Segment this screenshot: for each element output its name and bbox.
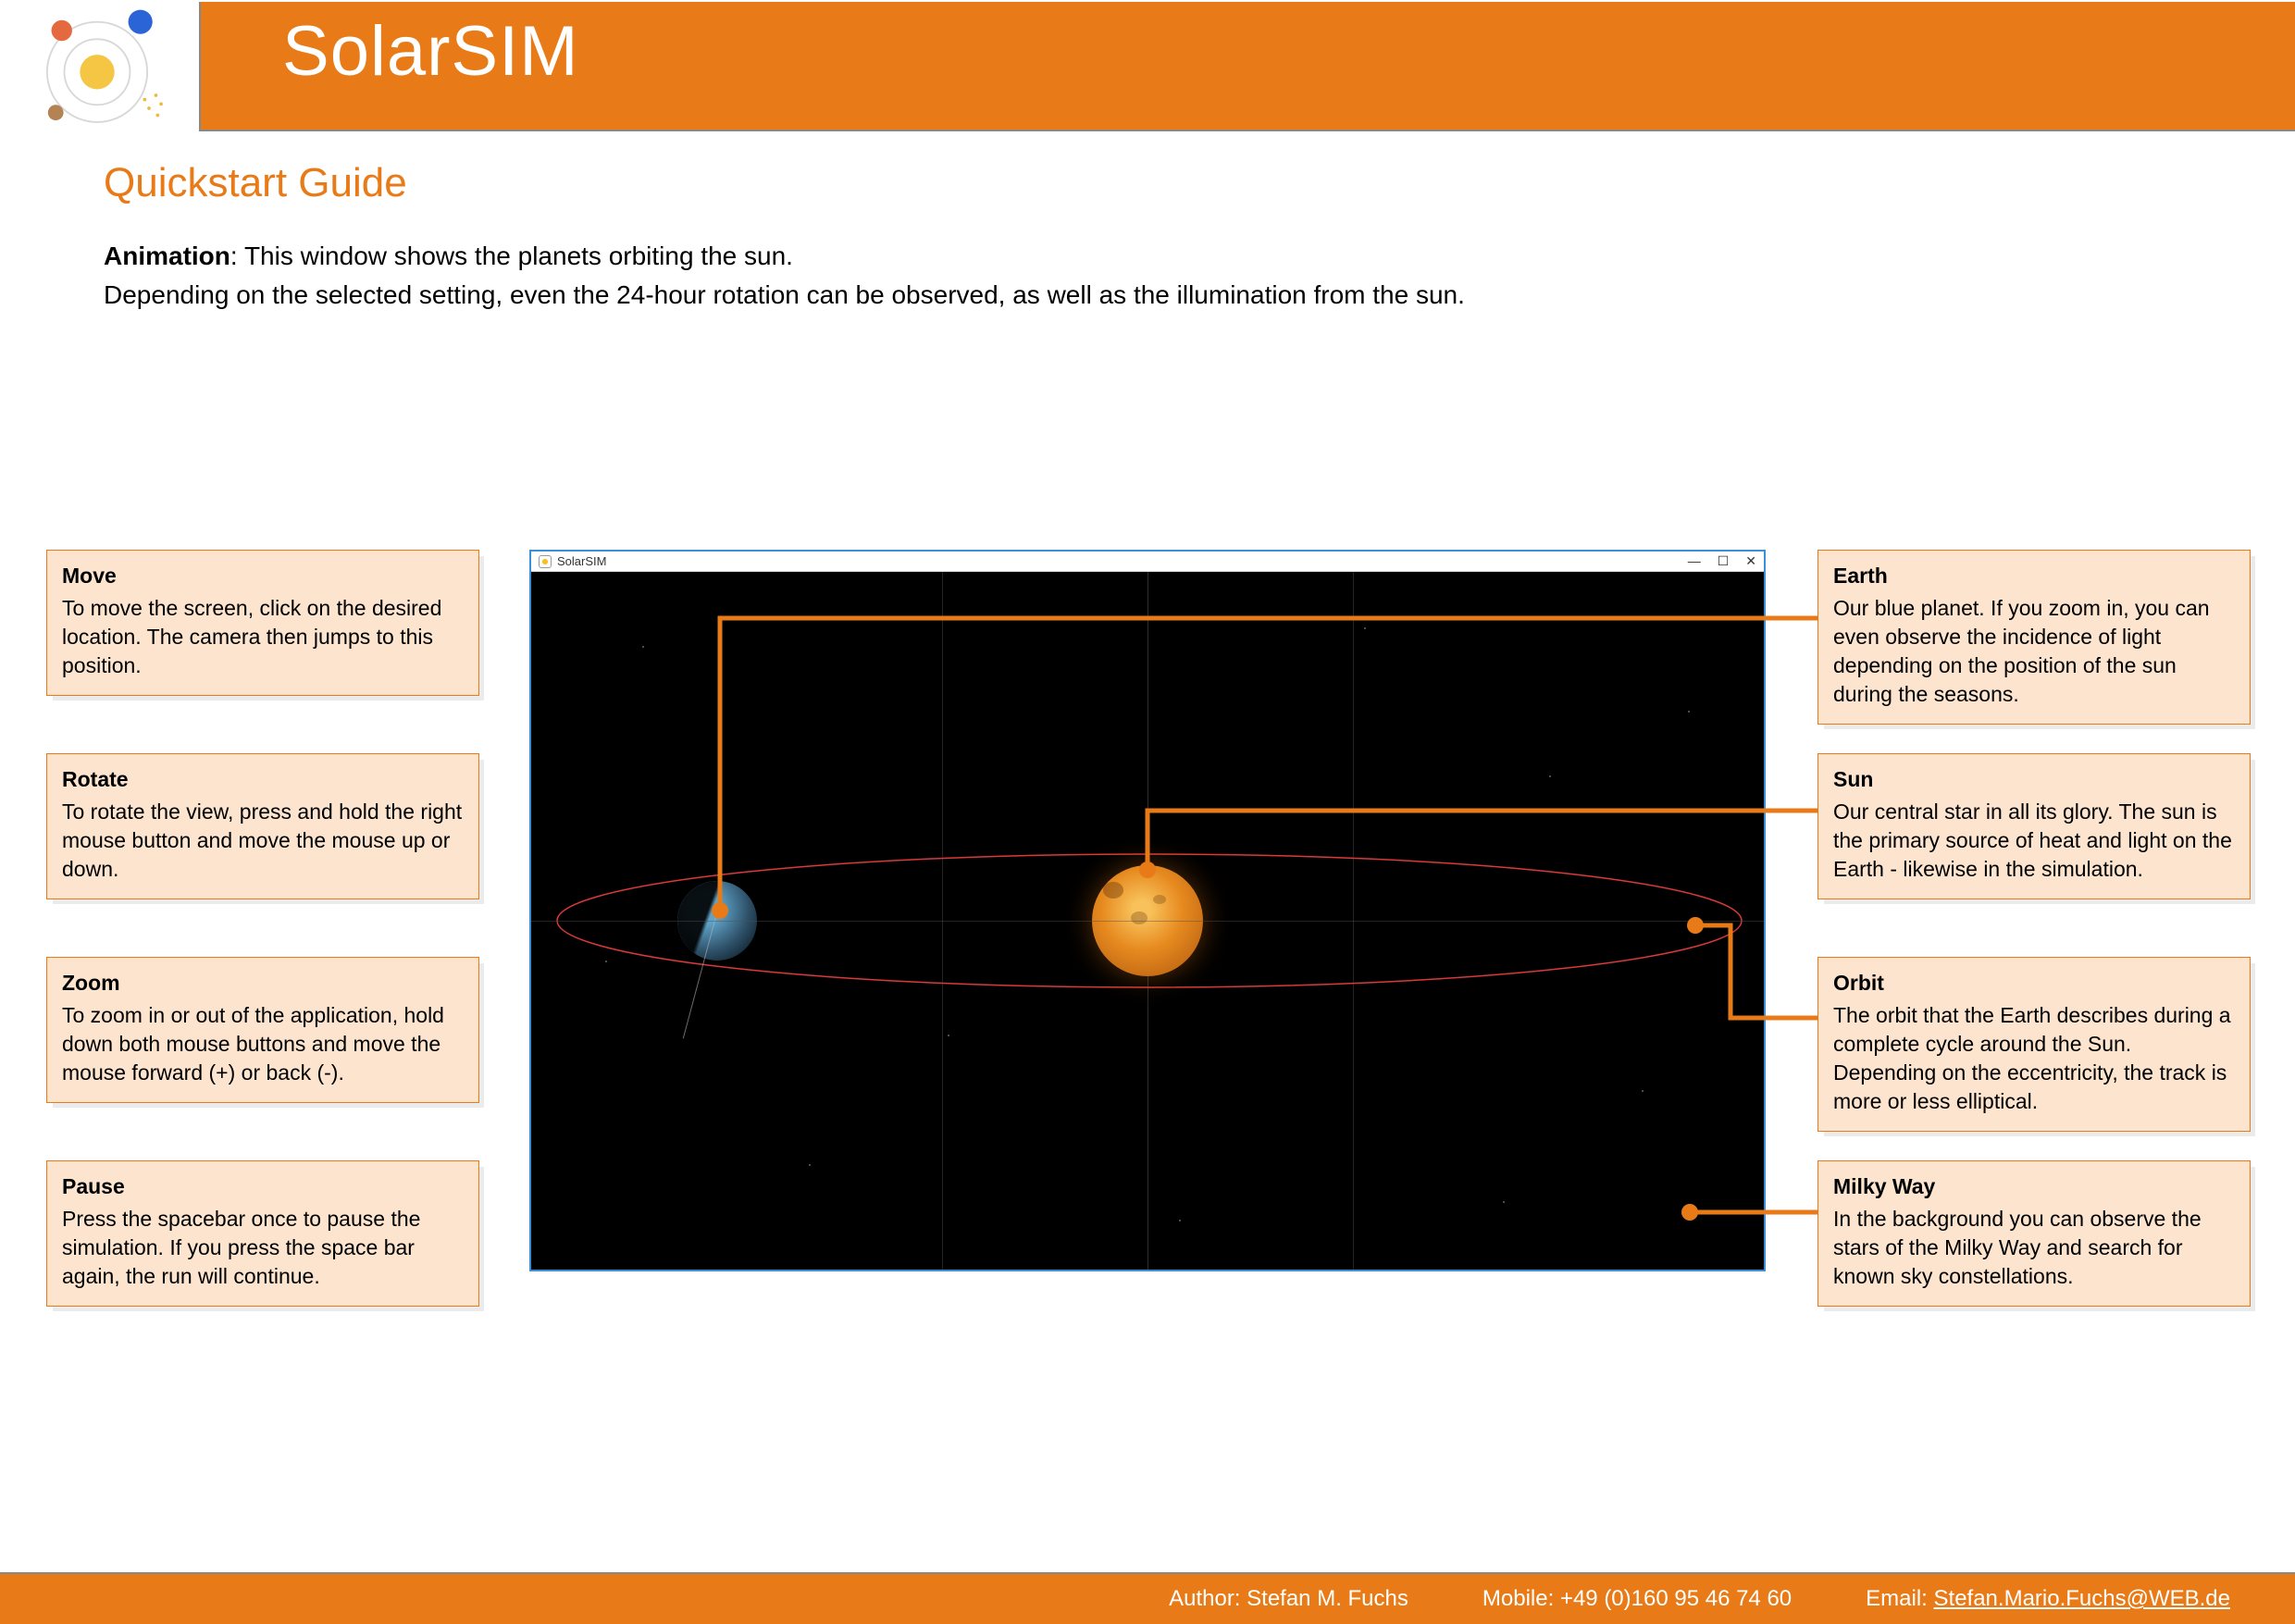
footer-mobile: Mobile: +49 (0)160 95 46 74 60: [1482, 1586, 1792, 1612]
simulation-titlebar: SolarSIM — ☐ ✕: [531, 552, 1764, 572]
star: [642, 646, 644, 648]
callout-pause-body: Press the spacebar once to pause the sim…: [62, 1207, 420, 1288]
minimize-icon[interactable]: —: [1688, 553, 1701, 569]
star: [1503, 1201, 1505, 1203]
footer-email-label: Email:: [1866, 1586, 1933, 1611]
callout-move-body: To move the screen, click on the desired…: [62, 596, 441, 677]
footer-author-name: Stefan M. Fuchs: [1247, 1586, 1408, 1611]
star: [1549, 775, 1551, 777]
callout-milky-body: In the background you can observe the st…: [1833, 1207, 2202, 1288]
simulation-window: SolarSIM — ☐ ✕: [529, 550, 1766, 1271]
sun-body: [1092, 865, 1203, 976]
callout-earth: Earth Our blue planet. If you zoom in, y…: [1817, 550, 2251, 725]
callout-sun-title: Sun: [1833, 765, 2235, 794]
callout-rotate: Rotate To rotate the view, press and hol…: [46, 753, 479, 899]
star: [1688, 711, 1690, 713]
intro-text: Animation: This window shows the planets…: [104, 237, 1465, 315]
callout-pause: Pause Press the spacebar once to pause t…: [46, 1160, 479, 1307]
footer-band: Author: Stefan M. Fuchs Mobile: +49 (0)1…: [0, 1572, 2295, 1624]
maximize-icon[interactable]: ☐: [1718, 553, 1730, 569]
callout-earth-title: Earth: [1833, 562, 2235, 590]
callout-zoom-title: Zoom: [62, 969, 464, 998]
callout-move: Move To move the screen, click on the de…: [46, 550, 479, 696]
callout-zoom: Zoom To zoom in or out of the applicatio…: [46, 957, 479, 1103]
star: [1179, 1220, 1181, 1221]
callout-orbit-body: The orbit that the Earth describes durin…: [1833, 1003, 2231, 1113]
callout-sun: Sun Our central star in all its glory. T…: [1817, 753, 2251, 899]
star: [1642, 1090, 1644, 1092]
callout-pause-title: Pause: [62, 1172, 464, 1201]
footer-mobile-number: +49 (0)160 95 46 74 60: [1560, 1586, 1792, 1611]
footer-author-label: Author:: [1169, 1586, 1247, 1611]
callout-rotate-title: Rotate: [62, 765, 464, 794]
footer-mobile-label: Mobile:: [1482, 1586, 1560, 1611]
footer-author: Author: Stefan M. Fuchs: [1169, 1586, 1408, 1612]
intro-bold: Animation: [104, 242, 230, 270]
app-logo: [9, 5, 185, 134]
earth-body: [677, 881, 757, 961]
callout-zoom-body: To zoom in or out of the application, ho…: [62, 1003, 444, 1085]
app-title: SolarSIM: [282, 11, 579, 92]
intro-line2: Depending on the selected setting, even …: [104, 280, 1465, 309]
simulation-window-icon: [539, 555, 552, 568]
star: [809, 1164, 811, 1166]
intro-line1-rest: : This window shows the planets orbiting…: [230, 242, 793, 270]
page-title: Quickstart Guide: [104, 160, 407, 206]
callout-orbit: Orbit The orbit that the Earth describes…: [1817, 957, 2251, 1132]
star: [1364, 627, 1366, 629]
simulation-window-title: SolarSIM: [557, 554, 606, 568]
star: [948, 1035, 949, 1036]
callout-milky: Milky Way In the background you can obse…: [1817, 1160, 2251, 1307]
callout-move-title: Move: [62, 562, 464, 590]
callout-sun-body: Our central star in all its glory. The s…: [1833, 800, 2232, 881]
close-icon[interactable]: ✕: [1745, 553, 1756, 569]
callout-rotate-body: To rotate the view, press and hold the r…: [62, 800, 462, 881]
callout-milky-title: Milky Way: [1833, 1172, 2235, 1201]
callout-orbit-title: Orbit: [1833, 969, 2235, 998]
simulation-viewport[interactable]: [531, 572, 1764, 1270]
footer-email: Email: Stefan.Mario.Fuchs@WEB.de: [1866, 1586, 2230, 1612]
footer-email-link[interactable]: Stefan.Mario.Fuchs@WEB.de: [1934, 1586, 2230, 1611]
callout-earth-body: Our blue planet. If you zoom in, you can…: [1833, 596, 2210, 706]
